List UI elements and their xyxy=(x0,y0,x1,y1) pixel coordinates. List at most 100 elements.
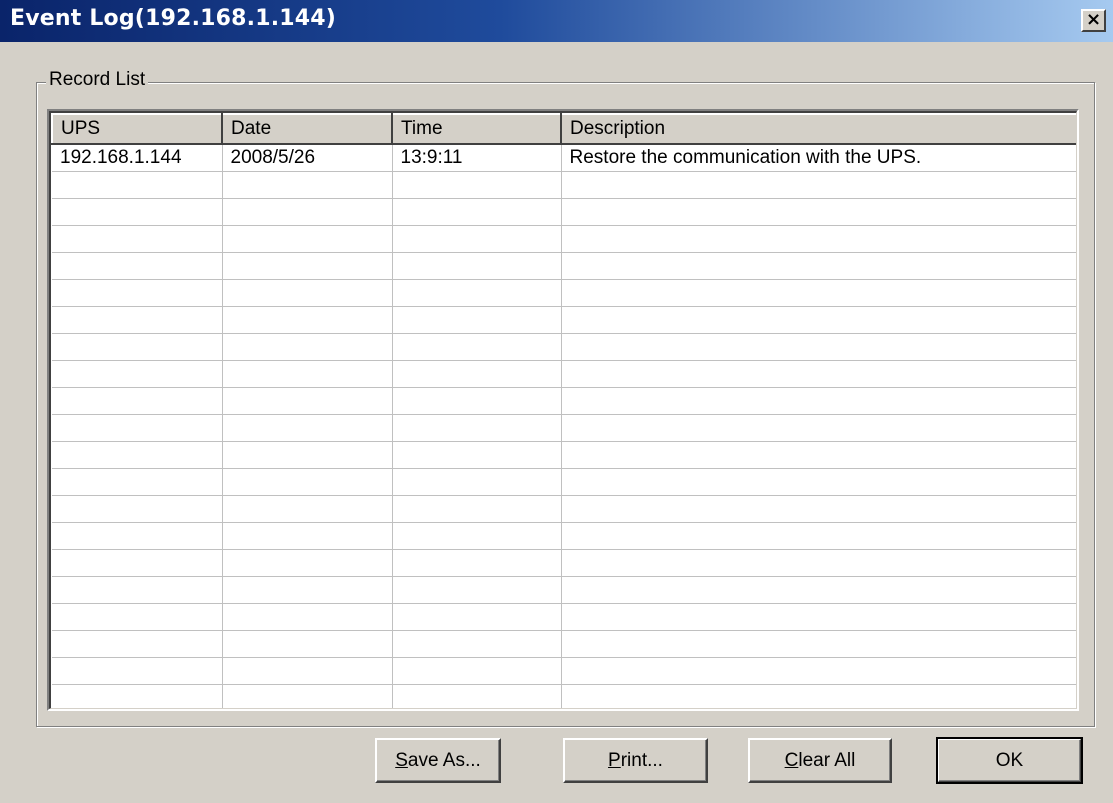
empty-table-row xyxy=(52,576,1076,604)
empty-table-row xyxy=(52,630,1076,658)
close-icon[interactable]: × xyxy=(1081,9,1106,32)
empty-table-row xyxy=(52,360,1076,388)
cell-date xyxy=(222,495,393,523)
cell-date xyxy=(222,306,393,334)
window-title: Event Log(192.168.1.144) xyxy=(10,6,337,31)
empty-table-row xyxy=(52,333,1076,361)
column-header-description[interactable]: Description xyxy=(560,113,1076,145)
cell-description xyxy=(561,225,1076,253)
cell-time xyxy=(392,198,562,226)
cell-ups xyxy=(52,684,223,708)
cell-time xyxy=(392,387,562,415)
cell-date xyxy=(222,279,393,307)
title-bar[interactable]: Event Log(192.168.1.144) × xyxy=(0,0,1113,42)
cell-date xyxy=(222,252,393,280)
empty-table-row xyxy=(52,495,1076,523)
cell-date xyxy=(222,171,393,199)
ok-label: OK xyxy=(995,749,1024,771)
empty-table-row xyxy=(52,306,1076,334)
cell-description xyxy=(561,333,1076,361)
empty-table-row xyxy=(52,468,1076,496)
cell-description xyxy=(561,684,1076,708)
cell-description xyxy=(561,279,1076,307)
cell-time xyxy=(392,495,562,523)
cell-ups xyxy=(52,576,223,604)
empty-table-row xyxy=(52,684,1076,708)
cell-description xyxy=(561,360,1076,388)
cell-description xyxy=(561,549,1076,577)
cell-date xyxy=(222,549,393,577)
empty-table-row xyxy=(52,279,1076,307)
cell-description xyxy=(561,252,1076,280)
cell-ups xyxy=(52,522,223,550)
cell-date xyxy=(222,603,393,631)
cell-description xyxy=(561,306,1076,334)
cell-ups xyxy=(52,630,223,658)
table-row[interactable]: 192.168.1.144 2008/5/26 13:9:11 Restore the… xyxy=(52,144,1076,172)
cell-ups xyxy=(52,441,223,469)
print-button[interactable]: Print... xyxy=(563,738,708,783)
cell-ups xyxy=(52,360,223,388)
cell-time xyxy=(392,306,562,334)
save-as-button[interactable]: Save As... xyxy=(375,738,501,783)
cell-description xyxy=(561,495,1076,523)
cell-ups xyxy=(52,333,223,361)
empty-table-row xyxy=(52,441,1076,469)
cell-ups xyxy=(52,387,223,415)
cell-time xyxy=(392,684,562,708)
cell-time xyxy=(392,657,562,685)
cell-date xyxy=(222,225,393,253)
cell-time: 13:9:11 xyxy=(392,144,562,172)
column-header-time[interactable]: Time xyxy=(391,113,562,145)
cell-ups xyxy=(52,252,223,280)
cell-time xyxy=(392,576,562,604)
empty-table-row xyxy=(52,657,1076,685)
save-as-mnemonic: S xyxy=(395,749,408,771)
cell-time xyxy=(392,333,562,361)
cell-ups xyxy=(52,657,223,685)
cell-date xyxy=(222,468,393,496)
cell-description xyxy=(561,468,1076,496)
empty-table-row xyxy=(52,414,1076,442)
cell-date xyxy=(222,360,393,388)
cell-description: Restore the communication with the UPS. xyxy=(561,144,1076,172)
cell-time xyxy=(392,414,562,442)
empty-table-row xyxy=(52,171,1076,199)
cell-date xyxy=(222,522,393,550)
column-header-row: UPS Date Time Description xyxy=(51,113,1076,145)
cell-time xyxy=(392,468,562,496)
cell-description xyxy=(561,171,1076,199)
cell-time xyxy=(392,279,562,307)
empty-table-row xyxy=(52,252,1076,280)
cell-description xyxy=(561,441,1076,469)
column-header-ups[interactable]: UPS xyxy=(51,113,223,145)
save-as-label: ave As... xyxy=(407,749,481,771)
cell-time xyxy=(392,441,562,469)
cell-time xyxy=(392,549,562,577)
ok-button[interactable]: OK xyxy=(936,737,1083,784)
record-table: UPS Date Time Description 192.168.1.144 2… xyxy=(51,113,1076,708)
empty-table-row xyxy=(52,225,1076,253)
print-label: rint... xyxy=(620,749,663,771)
cell-date: 2008/5/26 xyxy=(222,144,393,172)
cell-ups xyxy=(52,495,223,523)
cell-description xyxy=(561,657,1076,685)
empty-table-row xyxy=(52,198,1076,226)
cell-ups: 192.168.1.144 xyxy=(52,144,223,172)
cell-ups xyxy=(52,279,223,307)
cell-time xyxy=(392,603,562,631)
column-header-date[interactable]: Date xyxy=(221,113,393,145)
cell-ups xyxy=(52,198,223,226)
cell-description xyxy=(561,414,1076,442)
cell-description xyxy=(561,630,1076,658)
cell-date xyxy=(222,414,393,442)
cell-time xyxy=(392,360,562,388)
cell-ups xyxy=(52,171,223,199)
cell-date xyxy=(222,441,393,469)
record-list-view[interactable]: UPS Date Time Description 192.168.1.144 2… xyxy=(47,109,1079,711)
cell-ups xyxy=(52,225,223,253)
clear-all-button[interactable]: Clear All xyxy=(748,738,892,783)
empty-table-row xyxy=(52,549,1076,577)
clear-all-label: lear All xyxy=(798,749,856,771)
cell-ups xyxy=(52,549,223,577)
